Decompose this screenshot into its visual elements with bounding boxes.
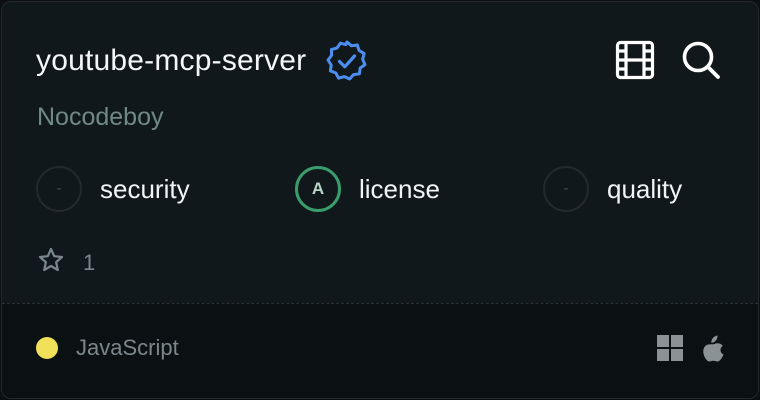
film-icon[interactable] (614, 39, 656, 81)
star-count: 1 (83, 249, 96, 275)
language-label: JavaScript (76, 335, 179, 360)
apple-icon (700, 334, 726, 367)
star-count-group[interactable]: 1 (37, 246, 95, 279)
author-name[interactable]: Nocodeboy (37, 99, 163, 135)
platforms (656, 334, 726, 367)
card-body: youtube-mcp-server Nocodeboy - security … (2, 2, 758, 304)
star-icon (37, 246, 65, 279)
verified-badge-icon (324, 38, 370, 84)
license-label: license (359, 174, 440, 204)
metric-security[interactable]: - security (36, 166, 190, 212)
security-grade: - (36, 166, 82, 212)
windows-icon (656, 334, 684, 367)
language-color-dot (36, 337, 58, 359)
title-row: youtube-mcp-server (36, 38, 370, 84)
server-name[interactable]: youtube-mcp-server (36, 41, 306, 81)
quality-grade: - (543, 166, 589, 212)
card-footer: JavaScript (2, 303, 758, 398)
security-label: security (100, 174, 190, 204)
quality-label: quality (607, 174, 683, 204)
metric-quality[interactable]: - quality (543, 166, 682, 212)
search-icon[interactable] (680, 39, 722, 81)
metric-license[interactable]: A license (295, 166, 440, 212)
license-grade: A (295, 166, 341, 212)
server-card[interactable]: youtube-mcp-server Nocodeboy - security … (1, 1, 759, 399)
language: JavaScript (36, 333, 179, 363)
card-actions (614, 39, 722, 81)
